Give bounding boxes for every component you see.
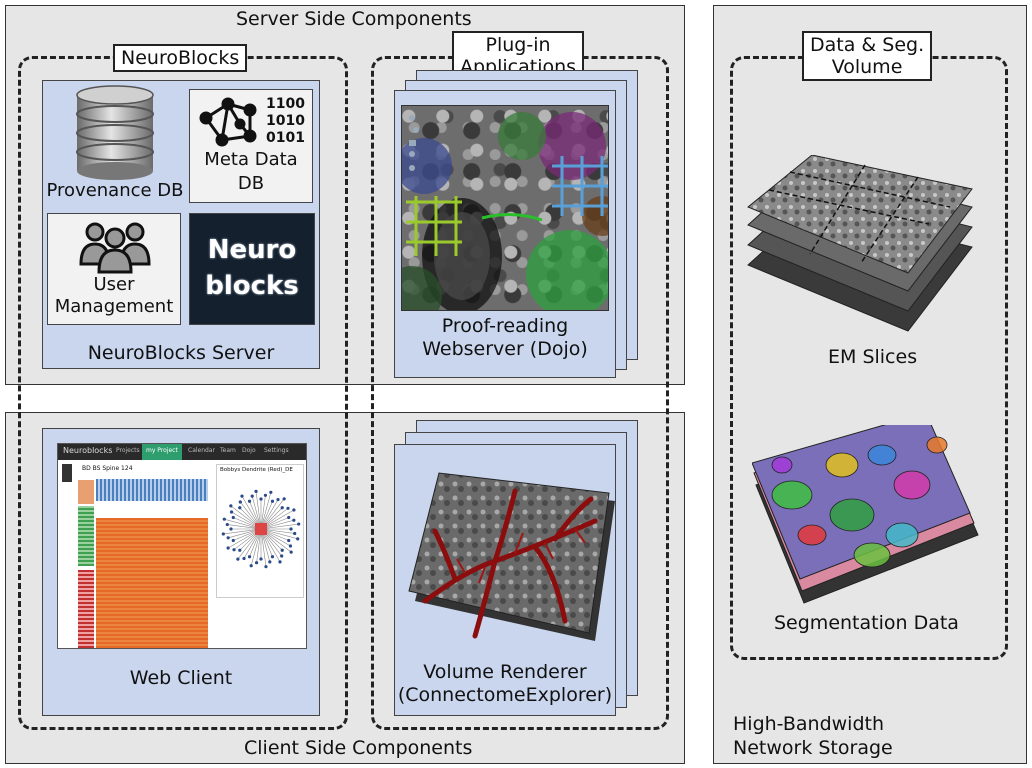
server-side-label: Server Side Components — [236, 8, 472, 30]
storage-label: High-Bandwidth Network Storage — [733, 713, 893, 759]
web-client-sidebar-strip — [62, 464, 72, 482]
heatmap-column-green — [78, 506, 94, 566]
graph-node — [264, 565, 268, 569]
graph-node — [280, 554, 284, 558]
graph-node — [287, 538, 291, 543]
graph-node — [231, 538, 235, 543]
graph-node — [236, 557, 240, 561]
radial-graph-icon — [221, 489, 301, 569]
graph-node — [242, 556, 246, 561]
graph-node — [232, 548, 236, 552]
graph-node — [221, 532, 225, 536]
graph-node — [268, 560, 272, 564]
neuroblocks-logo-text: Neuro blocks — [205, 235, 299, 301]
web-client-caption: Web Client — [129, 667, 233, 689]
neuroblocks-tag: NeuroBlocks — [113, 44, 248, 72]
nav-calendar[interactable]: Calendar — [188, 447, 215, 454]
heatmap-column-orange — [78, 480, 94, 504]
graph-node — [280, 506, 284, 510]
graph-node — [287, 515, 291, 520]
nav-settings[interactable]: Settings — [264, 447, 289, 454]
segmentation-stack — [752, 425, 979, 604]
graph-node — [292, 508, 296, 512]
neuroblocks-server-caption: NeuroBlocks Server — [87, 342, 275, 364]
graph-node — [231, 515, 235, 520]
graph-node — [297, 522, 301, 526]
user-management-label: User Management — [54, 274, 174, 317]
volume-renderer-panel: Volume Renderer (ConnectomeExplorer) — [394, 444, 616, 716]
graph-node — [282, 497, 286, 501]
network-graph-icon — [199, 97, 257, 147]
web-client-brand: Neuroblocks — [63, 446, 113, 455]
graph-node — [269, 490, 273, 494]
graph-node — [259, 557, 263, 561]
segmentation-label: Segmentation Data — [774, 612, 959, 634]
graph-node — [276, 497, 280, 502]
graph-node — [292, 518, 296, 522]
proofreading-caption: Proof-reading Webserver (Dojo) — [422, 315, 588, 360]
database-icon — [76, 85, 154, 180]
metadata-db-label: Meta Data DB — [204, 149, 298, 194]
proofreading-screenshot — [401, 105, 609, 311]
graph-node — [250, 494, 254, 498]
graph-node — [238, 506, 242, 510]
graph-node — [286, 506, 290, 510]
web-client-navbar: Neuroblocks Projects my Project Calendar… — [58, 444, 306, 460]
web-client-right-panel-title: Bobbys Dendrite (Red)_DE — [220, 467, 293, 473]
graph-node — [270, 555, 275, 559]
neuroblocks-logo: Neuro blocks — [189, 213, 315, 325]
volume-renderer-caption: Volume Renderer (ConnectomeExplorer) — [397, 661, 613, 706]
graph-node — [226, 536, 230, 540]
heatmap-orange-block — [96, 518, 208, 648]
heatmap-column-red — [78, 570, 94, 648]
metadata-db-card: 1100 1010 0101 Meta Data DB — [189, 89, 313, 203]
nav-team[interactable]: Team — [220, 447, 236, 454]
graph-node — [289, 550, 293, 554]
graph-node — [289, 527, 293, 531]
web-client-right-panel: Bobbys Dendrite (Red)_DE — [216, 464, 304, 598]
nav-projects[interactable]: Projects — [116, 447, 140, 454]
graph-node — [222, 517, 226, 521]
graph-node — [226, 546, 230, 550]
web-client-screenshot: Neuroblocks Projects my Project Calendar… — [57, 443, 307, 649]
graph-node — [225, 522, 229, 527]
data-volume-tag: Data & Seg. Volume — [802, 31, 933, 81]
web-client-panel: Neuroblocks Projects my Project Calendar… — [42, 428, 320, 716]
neuroblocks-server-panel: Provenance DB 1100 1010 0101 Meta Data D… — [42, 80, 320, 369]
provenance-db-label: Provenance DB — [46, 180, 184, 201]
nav-dojo[interactable]: Dojo — [242, 447, 256, 454]
segmentation-overlay — [402, 112, 608, 310]
graph-node — [229, 510, 234, 514]
graph-node — [254, 489, 258, 493]
graph-node — [240, 494, 244, 498]
graph-node — [270, 499, 275, 503]
graph-node — [259, 497, 263, 501]
graph-node — [254, 561, 259, 565]
volume-render-image — [408, 472, 615, 641]
graph-node — [247, 499, 252, 503]
client-side-label: Client Side Components — [244, 737, 473, 759]
user-management-card: User Management — [47, 213, 181, 325]
graph-node — [296, 537, 300, 541]
em-slices-stack — [747, 155, 973, 332]
users-icon — [79, 222, 151, 274]
graph-node — [293, 531, 297, 536]
nav-my-project[interactable]: my Project — [142, 444, 182, 460]
graph-node — [288, 544, 293, 548]
graph-node — [238, 548, 242, 552]
binary-digits: 1100 1010 0101 — [266, 96, 305, 146]
em-slices-label: EM Slices — [828, 346, 918, 368]
graph-node — [263, 493, 268, 497]
graph-node — [229, 527, 233, 531]
graph-node — [278, 560, 282, 564]
graph-node — [280, 548, 284, 552]
provenance-db: Provenance DB — [45, 85, 185, 203]
graph-node — [229, 504, 233, 508]
heatmap-blue-block — [96, 479, 208, 501]
graph-node — [247, 555, 252, 559]
graph-node — [249, 564, 253, 568]
web-client-left-panel-title: BD BS Spine 124 — [82, 465, 133, 472]
proofreading-panel: Proof-reading Webserver (Dojo) — [394, 90, 616, 378]
graph-node — [238, 500, 242, 504]
